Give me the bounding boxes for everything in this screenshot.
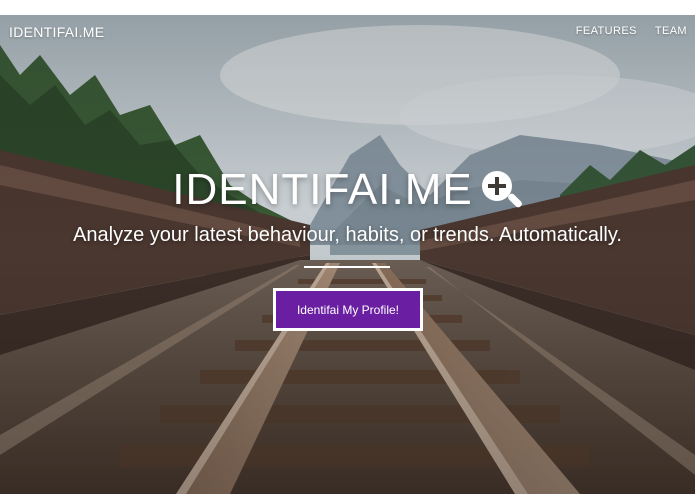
hero-subtitle: Analyze your latest behaviour, habits, o… bbox=[73, 224, 622, 246]
brand-logo-link[interactable]: IDENTIFAI.ME bbox=[9, 24, 104, 40]
nav-link-team[interactable]: TEAM bbox=[655, 25, 687, 37]
navbar: IDENTIFAI.ME FEATURES TEAM bbox=[0, 15, 695, 49]
hero-title: IDENTIFAI.ME bbox=[172, 165, 473, 214]
magnifier-plus-icon bbox=[479, 168, 523, 212]
top-strip bbox=[0, 0, 695, 15]
hero-background-image bbox=[0, 15, 695, 494]
nav-links: FEATURES TEAM bbox=[576, 25, 687, 37]
identifai-profile-button[interactable]: Identifai My Profile! bbox=[273, 288, 423, 331]
hero-title-row: IDENTIFAI.ME bbox=[0, 165, 695, 215]
nav-link-features[interactable]: FEATURES bbox=[576, 25, 637, 37]
hero-divider bbox=[304, 266, 390, 268]
hero-section: IDENTIFAI.ME FEATURES TEAM IDENTIFAI.ME … bbox=[0, 15, 695, 494]
